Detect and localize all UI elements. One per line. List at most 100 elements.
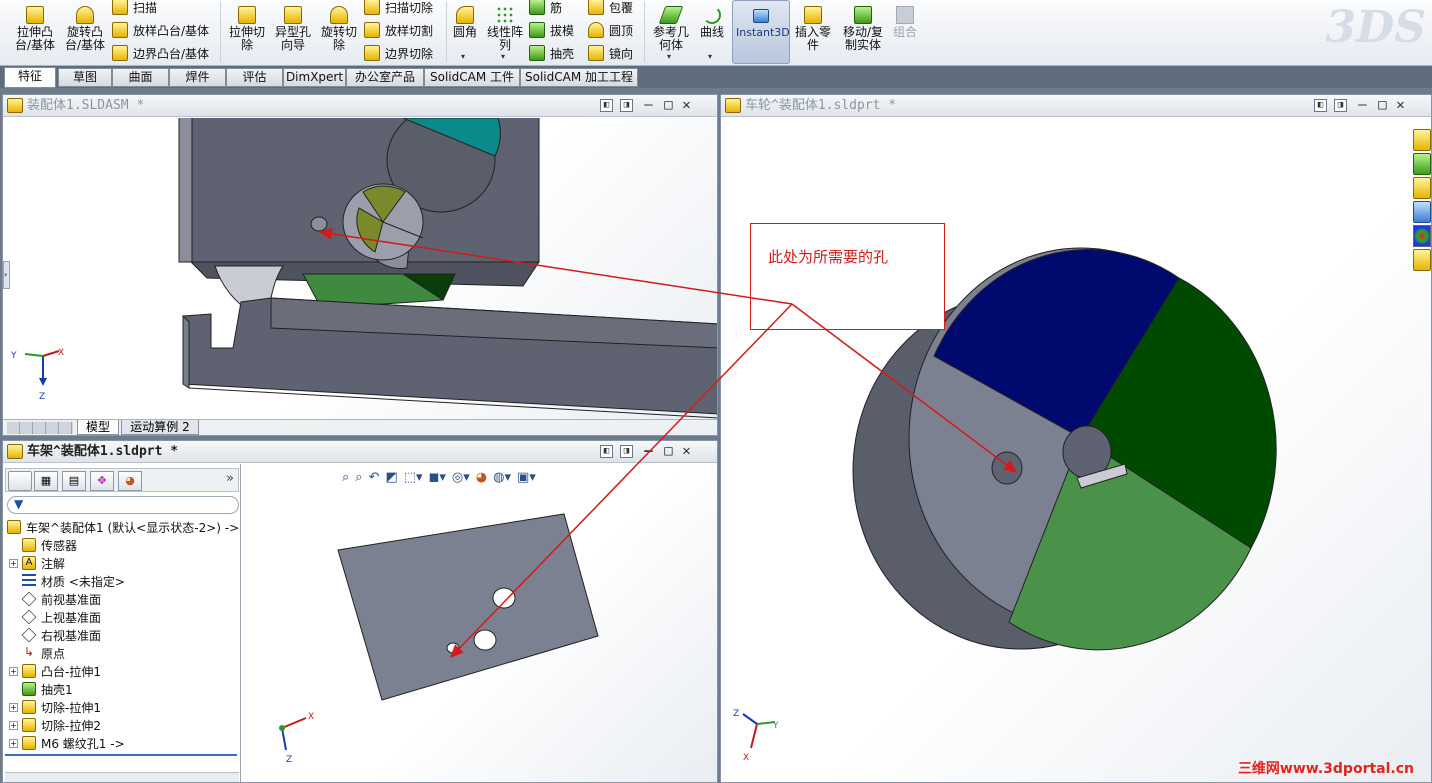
tab-solidcam-stock[interactable]: SolidCAM 工件 <box>424 68 520 87</box>
assembly-window[interactable]: 装配体1.SLDASM * ◧ ◨ – □ ✕ Y X Z › 模型 运动算例 … <box>2 94 718 436</box>
tile-left-icon[interactable]: ◧ <box>1314 99 1327 112</box>
property-manager-tab-icon[interactable]: ▦ <box>34 471 58 491</box>
shell-button[interactable]: 抽壳 <box>529 43 574 63</box>
tile-left-icon[interactable]: ◧ <box>600 99 613 112</box>
tile-right-icon[interactable]: ◨ <box>620 99 633 112</box>
fillet-button[interactable]: 圆角 <box>450 6 480 39</box>
lofted-cut-button[interactable]: 放样切割 <box>364 20 433 40</box>
design-library-icon[interactable] <box>1413 153 1431 175</box>
tree-item-tapped-hole[interactable]: + M6 螺纹孔1 -> <box>9 734 125 752</box>
tab-motion-study[interactable]: 运动算例 2 <box>121 420 199 435</box>
wheel-window-titlebar[interactable]: 车轮^装配体1.sldprt * ◧ ◨ – □ ✕ <box>721 95 1431 117</box>
wheel-graphics-area[interactable]: Z Y X <box>721 118 1431 782</box>
maximize-icon[interactable]: □ <box>662 98 675 112</box>
minimize-icon[interactable]: – <box>642 444 655 458</box>
tab-model[interactable]: 模型 <box>77 420 119 435</box>
combine-button[interactable]: 组合 <box>890 6 920 39</box>
tab-office-products[interactable]: 办公室产品 <box>346 68 424 87</box>
draft-button[interactable]: 拔模 <box>529 20 574 40</box>
tree-item-material[interactable]: 材质 <未指定> <box>9 572 125 590</box>
frame-window-titlebar[interactable]: 车架^装配体1.sldprt * ◧ ◨ – □ ✕ <box>3 441 717 463</box>
tree-item-shell[interactable]: 抽壳1 <box>9 680 73 698</box>
tab-features[interactable]: 特征 <box>4 67 56 88</box>
extrude-cut-button[interactable]: 拉伸切 除 <box>226 6 268 52</box>
swept-cut-button[interactable]: 扫描切除 <box>364 0 433 17</box>
custom-properties-icon[interactable] <box>1413 249 1431 271</box>
curves-button[interactable]: 曲线 <box>696 6 728 39</box>
tab-solidcam-machining[interactable]: SolidCAM 加工工程 <box>520 68 638 87</box>
minimize-icon[interactable]: – <box>1356 98 1369 112</box>
close-icon[interactable]: ✕ <box>680 98 693 112</box>
instant3d-button[interactable]: Instant3D <box>732 0 790 64</box>
maximize-icon[interactable]: □ <box>1376 98 1389 112</box>
expand-icon[interactable]: + <box>9 558 18 568</box>
tree-root-part[interactable]: 车架^装配体1 (默认<显示状态-2>) -> <box>7 518 239 536</box>
curves-dropdown-icon[interactable]: ▾ <box>708 52 712 61</box>
fillet-dropdown-icon[interactable]: ▾ <box>461 52 465 61</box>
display-manager-tab-icon[interactable]: ◕ <box>118 471 142 491</box>
close-icon[interactable]: ✕ <box>1394 98 1407 112</box>
rib-button[interactable]: 筋 <box>529 0 562 17</box>
tile-right-icon[interactable]: ◨ <box>1334 99 1347 112</box>
tile-left-icon[interactable]: ◧ <box>600 445 613 458</box>
assembly-graphics-area[interactable]: Y X Z › 模型 运动算例 2 <box>3 118 717 435</box>
revolve-boss-button[interactable]: 旋转凸 台/基体 <box>63 6 107 52</box>
boundary-boss-button[interactable]: 边界凸台/基体 <box>112 43 209 63</box>
reference-geometry-button[interactable]: 参考几 何体 <box>650 6 692 52</box>
rollback-bar[interactable] <box>5 754 237 756</box>
maximize-icon[interactable]: □ <box>662 444 675 458</box>
tab-scroll-arrows-icon[interactable] <box>7 422 73 434</box>
tab-dimxpert[interactable]: DimXpert <box>283 68 346 87</box>
expand-icon[interactable]: + <box>9 720 18 730</box>
extrude-boss-button[interactable]: 拉伸凸 台/基体 <box>14 6 56 52</box>
wheel-window[interactable]: 车轮^装配体1.sldprt * ◧ ◨ – □ ✕ Z Y X <box>720 94 1432 783</box>
linear-pattern-button[interactable]: 线性阵 列 <box>484 6 526 52</box>
loft-boss-button[interactable]: 放样凸台/基体 <box>112 20 209 40</box>
panel-expand-handle[interactable]: › <box>3 261 10 289</box>
move-copy-body-button[interactable]: 移动/复 制实体 <box>840 6 886 52</box>
frame-graphics-area[interactable]: ⌕ ⌕ ↶ ◩ ⬚▾ ◼▾ ◎▾ ◕ ◍▾ ▣▾ X Z <box>242 464 717 782</box>
boundary-cut-button[interactable]: 边界切除 <box>364 43 433 63</box>
tab-weldments[interactable]: 焊件 <box>169 68 226 87</box>
revolve-cut-button[interactable]: 旋转切 除 <box>317 6 361 52</box>
pattern-dropdown-icon[interactable]: ▾ <box>501 52 505 61</box>
tree-item-cut-extrude-1[interactable]: + 切除-拉伸1 <box>9 698 101 716</box>
feature-tree-tab-icon[interactable] <box>8 471 32 491</box>
tree-horizontal-scrollbar[interactable] <box>5 772 239 782</box>
tile-right-icon[interactable]: ◨ <box>620 445 633 458</box>
tree-item-front-plane[interactable]: 前视基准面 <box>9 590 101 608</box>
mirror-button[interactable]: 镜向 <box>588 43 633 63</box>
panel-collapse-icon[interactable]: » <box>226 471 234 486</box>
ref-geometry-dropdown-icon[interactable]: ▾ <box>667 52 671 61</box>
tree-item-sensors[interactable]: 传感器 <box>9 536 77 554</box>
expand-icon[interactable]: + <box>9 738 18 748</box>
close-icon[interactable]: ✕ <box>680 444 693 458</box>
sweep-button[interactable]: 扫描 <box>112 0 157 17</box>
assembly-window-titlebar[interactable]: 装配体1.SLDASM * ◧ ◨ – □ ✕ <box>3 95 717 117</box>
tree-item-right-plane[interactable]: 右视基准面 <box>9 626 101 644</box>
expand-icon[interactable]: + <box>9 666 18 676</box>
dimxpert-tab-icon[interactable]: ✥ <box>90 471 114 491</box>
tree-item-cut-extrude-2[interactable]: + 切除-拉伸2 <box>9 716 101 734</box>
tree-item-label: 抽壳1 <box>41 682 73 697</box>
tree-item-origin[interactable]: ↳ 原点 <box>9 644 65 662</box>
tree-item-annotations[interactable]: + A 注解 <box>9 554 65 572</box>
tree-filter-input[interactable]: ▼ <box>7 496 239 514</box>
frame-window[interactable]: 车架^装配体1.sldprt * ◧ ◨ – □ ✕ ▦ ▤ ✥ ◕ » ▼ 车… <box>2 440 718 783</box>
tab-evaluate[interactable]: 评估 <box>226 68 283 87</box>
dome-button[interactable]: 圆顶 <box>588 20 633 40</box>
minimize-icon[interactable]: – <box>642 98 655 112</box>
tab-surfaces[interactable]: 曲面 <box>112 68 169 87</box>
appearances-icon[interactable] <box>1413 225 1431 247</box>
tree-item-top-plane[interactable]: 上视基准面 <box>9 608 101 626</box>
insert-part-button[interactable]: 插入零 件 <box>792 6 834 52</box>
tab-sketch[interactable]: 草图 <box>58 68 112 87</box>
view-palette-icon[interactable] <box>1413 201 1431 223</box>
tree-item-boss-extrude[interactable]: + 凸台-拉伸1 <box>9 662 101 680</box>
hole-wizard-button[interactable]: 异型孔 向导 <box>271 6 315 52</box>
expand-icon[interactable]: + <box>9 702 18 712</box>
sw-resources-icon[interactable] <box>1413 129 1431 151</box>
wrap-button[interactable]: 包覆 <box>588 0 633 17</box>
file-explorer-icon[interactable] <box>1413 177 1431 199</box>
config-manager-tab-icon[interactable]: ▤ <box>62 471 86 491</box>
